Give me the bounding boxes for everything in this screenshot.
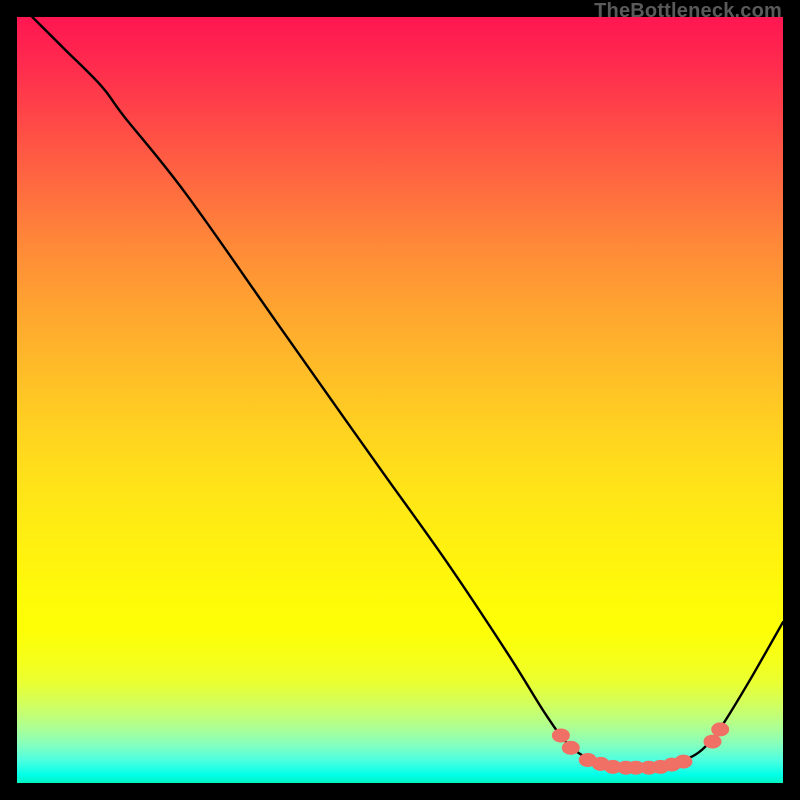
optimal-dot [562, 741, 580, 755]
optimal-dot [711, 722, 729, 736]
optimal-dot [704, 735, 722, 749]
chart-area [17, 17, 783, 783]
bottleneck-curve-svg [17, 17, 783, 783]
optimal-dot [552, 729, 570, 743]
bottleneck-curve [32, 17, 783, 768]
optimal-dot [674, 755, 692, 769]
watermark-text: TheBottleneck.com [594, 0, 782, 23]
